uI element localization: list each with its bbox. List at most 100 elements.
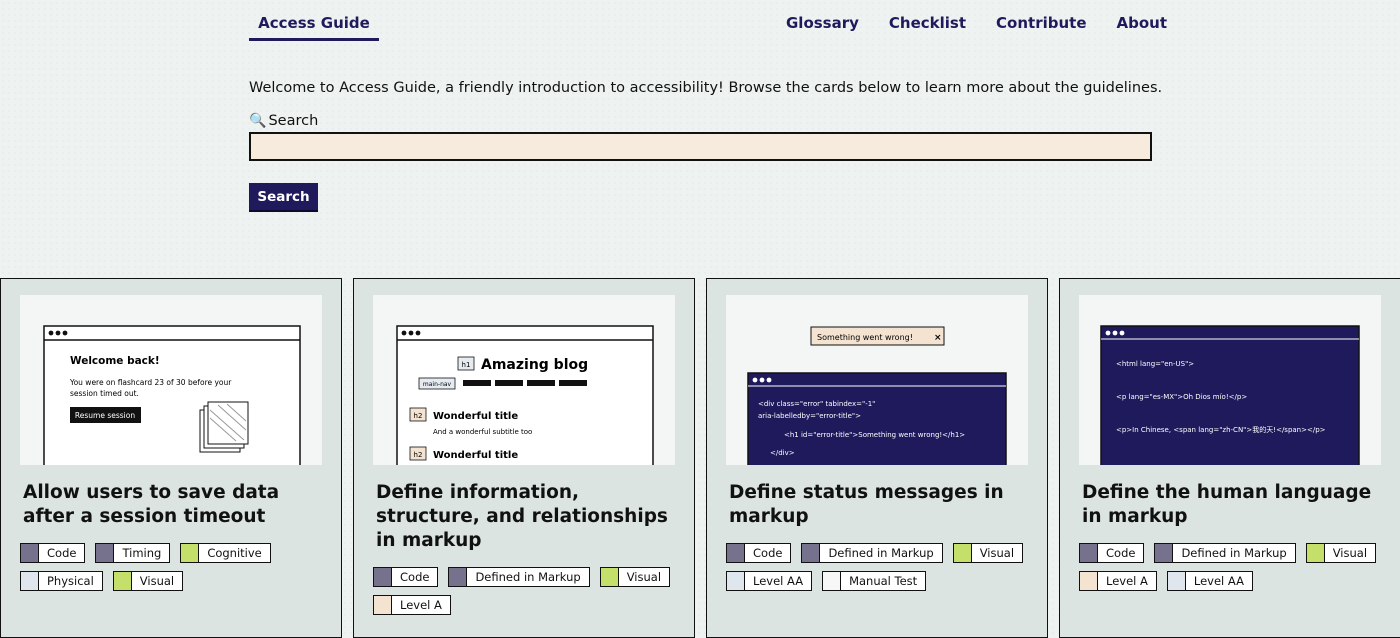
tag-code: Code	[20, 543, 86, 563]
tag-swatch	[21, 544, 39, 562]
tag-label: Level A	[400, 598, 442, 612]
tag-list: Code Defined in Markup Visual Level AA M…	[726, 543, 1046, 599]
tag-code: Code	[1079, 543, 1145, 563]
guideline-card[interactable]: h1 Amazing blog main-nav h2 Wonderful ti…	[353, 278, 695, 638]
tag-level-aa: Level AA	[726, 571, 813, 591]
card-title[interactable]: Define the human language in markup	[1082, 481, 1382, 529]
card-title[interactable]: Allow users to save data after a session…	[23, 481, 323, 529]
nav-link-contribute[interactable]: Contribute	[996, 14, 1086, 32]
flashcard-stack-icon	[199, 401, 249, 453]
illus-h2-tag: h2	[414, 412, 423, 420]
tag-swatch	[823, 572, 842, 590]
tag-timing: Timing	[95, 543, 171, 563]
tag-swatch	[953, 544, 972, 562]
illus-code-2: aria-labelledby="error-title">	[758, 412, 861, 420]
tag-swatch	[449, 568, 468, 586]
illus-nav-tag: main-nav	[423, 381, 452, 388]
tag-swatch	[374, 596, 392, 614]
card-illustration: h1 Amazing blog main-nav h2 Wonderful ti…	[373, 295, 675, 465]
tag-manual-test: Manual Test	[822, 571, 927, 591]
tag-defined-in-markup: Defined in Markup	[1154, 543, 1296, 563]
illus-toast: Something went wrong!	[817, 333, 913, 342]
tag-visual: Visual	[1305, 543, 1377, 563]
search-label-text: Search	[268, 113, 319, 129]
tag-visual: Visual	[599, 567, 671, 587]
tag-swatch	[727, 572, 745, 590]
illus-code-1: <html lang="en-US">	[1116, 360, 1194, 368]
tag-label: Cognitive	[207, 546, 262, 560]
close-icon: ×	[934, 333, 942, 343]
tag-code: Code	[373, 567, 439, 587]
search-label: 🔎 Search	[249, 113, 318, 129]
guideline-card[interactable]: <html lang="en-US"> <p lang="es-MX">Oh D…	[1059, 278, 1400, 638]
tag-list: Code Timing Cognitive Physical Visual	[20, 543, 340, 599]
illus-h2-tag-2: h2	[414, 451, 423, 459]
tag-physical: Physical	[20, 571, 103, 591]
tag-defined-in-markup: Defined in Markup	[448, 567, 590, 587]
tag-swatch	[802, 544, 821, 562]
tag-level-a: Level A	[373, 595, 451, 615]
tag-label: Code	[400, 570, 430, 584]
tag-label: Code	[1106, 546, 1136, 560]
illus-code-2: <p lang="es-MX">Oh Dios mío!</p>	[1116, 393, 1247, 401]
tag-defined-in-markup: Defined in Markup	[801, 543, 943, 563]
illus-body-2: session timed out.	[70, 389, 139, 398]
tag-swatch	[1306, 544, 1325, 562]
illus-resume-button: Resume session	[75, 411, 135, 420]
magnifier-icon: 🔎	[249, 113, 267, 129]
card-illustration: Welcome back! You were on flashcard 23 o…	[20, 295, 322, 465]
nav-brand-link[interactable]: Access Guide	[249, 14, 379, 41]
tag-label: Code	[47, 546, 77, 560]
tag-swatch	[374, 568, 392, 586]
nav-link-glossary[interactable]: Glossary	[786, 14, 859, 32]
tag-list: Code Defined in Markup Visual Level A	[373, 567, 693, 623]
tag-visual: Visual	[952, 543, 1024, 563]
tag-level-a: Level A	[1079, 571, 1157, 591]
card-illustration: <html lang="en-US"> <p lang="es-MX">Oh D…	[1079, 295, 1381, 465]
tag-swatch	[727, 544, 745, 562]
search-button[interactable]: Search	[249, 183, 318, 212]
guideline-card[interactable]: Something went wrong! × <div class="erro…	[706, 278, 1048, 638]
illus-subheading-2: Wonderful title	[433, 450, 518, 461]
tag-label: Timing	[122, 546, 162, 560]
illus-body-1: You were on flashcard 23 of 30 before yo…	[69, 378, 232, 387]
tag-swatch	[1080, 572, 1098, 590]
card-illustration: Something went wrong! × <div class="erro…	[726, 295, 1028, 465]
tag-list: Code Defined in Markup Visual Level A Le…	[1079, 543, 1399, 599]
tag-label: Level AA	[753, 574, 804, 588]
tag-swatch	[21, 572, 39, 590]
tag-level-aa: Level AA	[1166, 571, 1253, 591]
tag-swatch	[1155, 544, 1174, 562]
guideline-card[interactable]: Welcome back! You were on flashcard 23 o…	[0, 278, 342, 638]
welcome-text: Welcome to Access Guide, a friendly intr…	[249, 80, 1163, 96]
illus-code-3: <p>In Chinese, <span lang="zh-CN">我的天!</…	[1116, 425, 1326, 434]
illus-code-1: <div class="error" tabindex="-1"	[758, 400, 875, 408]
tag-label: Visual	[139, 574, 175, 588]
illus-heading: Welcome back!	[70, 355, 160, 367]
tag-label: Physical	[47, 574, 94, 588]
illus-subheading: Wonderful title	[433, 411, 518, 422]
tag-label: Level A	[1106, 574, 1148, 588]
card-title[interactable]: Define information, structure, and relat…	[376, 481, 676, 553]
tag-cognitive: Cognitive	[180, 543, 271, 563]
illus-code-3: <h1 id="error-title">Something went wron…	[784, 431, 965, 439]
illus-heading: Amazing blog	[481, 357, 588, 373]
main-nav: Glossary Checklist Contribute About	[786, 14, 1197, 32]
tag-visual: Visual	[112, 571, 184, 591]
tag-label: Visual	[979, 546, 1015, 560]
nav-link-about[interactable]: About	[1117, 14, 1168, 32]
nav-link-checklist[interactable]: Checklist	[889, 14, 966, 32]
tag-swatch	[96, 544, 115, 562]
tag-code: Code	[726, 543, 792, 563]
illus-h1-tag: h1	[462, 361, 471, 369]
tag-label: Defined in Markup	[475, 570, 581, 584]
tag-label: Defined in Markup	[1181, 546, 1287, 560]
tag-label: Manual Test	[849, 574, 918, 588]
tag-label: Visual	[1332, 546, 1368, 560]
tag-label: Level AA	[1193, 574, 1244, 588]
tag-swatch	[113, 572, 132, 590]
illus-subtitle: And a wonderful subtitle too	[433, 428, 532, 436]
card-title[interactable]: Define status messages in markup	[729, 481, 1029, 529]
tag-swatch	[1080, 544, 1098, 562]
search-input[interactable]	[249, 132, 1152, 161]
